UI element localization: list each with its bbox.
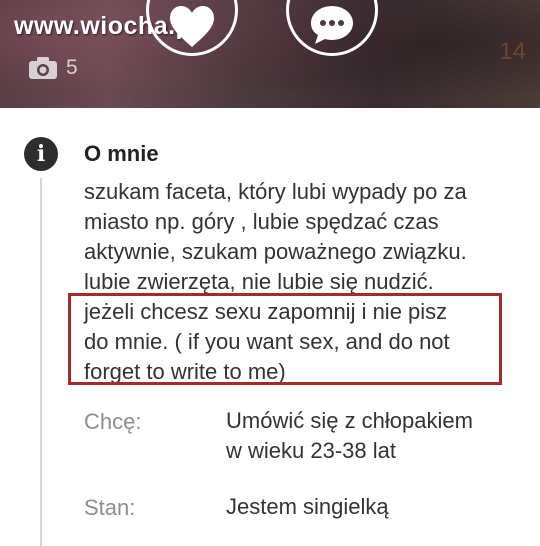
photo-count-value: 5	[66, 56, 78, 79]
status-value-text: Jestem singielką	[226, 494, 389, 519]
camera-icon	[29, 57, 57, 79]
wants-value: Umówić się z chłopakiem w wieku 23-38 la…	[226, 406, 526, 466]
status-value: Jestem singielką	[226, 492, 526, 522]
wants-label: Chcę:	[84, 409, 142, 434]
about-line: szukam faceta, który lubi wypady po za	[84, 179, 467, 204]
profile-photo-banner[interactable]: www.wiocha.pl 5 14	[0, 0, 540, 108]
timeline-divider	[40, 178, 42, 546]
section-title: O mnie	[84, 141, 159, 166]
about-line: aktywnie, szukam poważnego związku.	[84, 239, 467, 264]
status-label: Stan:	[84, 495, 136, 520]
info-icon: i	[24, 137, 58, 171]
about-line: miasto np. góry , lubie spędzać czas	[84, 209, 439, 234]
heart-icon	[170, 6, 214, 47]
wants-value-line: w wieku 23-38 lat	[226, 438, 396, 463]
chat-bubble-icon	[311, 6, 353, 44]
wants-value-line: Umówić się z chłopakiem	[226, 408, 473, 433]
corner-number: 14	[499, 38, 526, 65]
profile-screen: www.wiocha.pl 5 14 i O mnie szukam facet…	[0, 0, 540, 546]
highlight-box	[68, 293, 502, 385]
photo-count[interactable]: 5	[28, 56, 78, 80]
